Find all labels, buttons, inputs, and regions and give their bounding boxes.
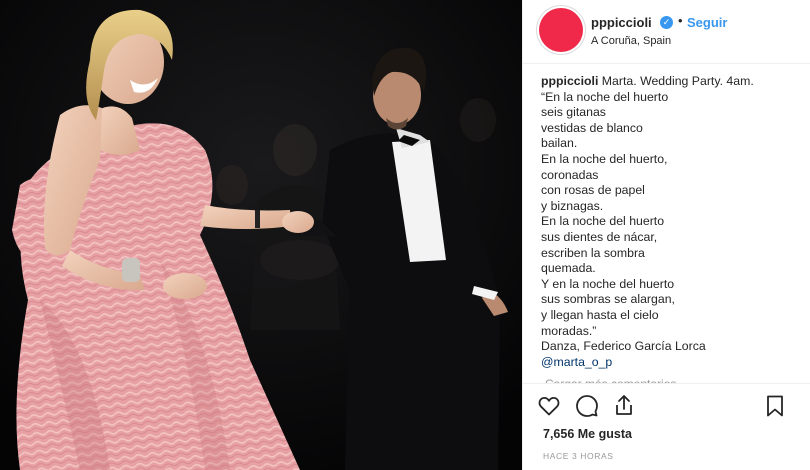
caption-line: coronadas — [541, 167, 599, 182]
share-icon[interactable] — [612, 393, 636, 417]
heart-icon[interactable] — [537, 394, 561, 418]
caption-line: con rosas de papel — [541, 183, 645, 198]
caption-line: sus dientes de nácar, — [541, 229, 658, 244]
caption-line: y llegan hasta el cielo — [541, 307, 659, 322]
caption-line: sus sombras se alargan, — [541, 292, 675, 307]
bookmark-icon[interactable] — [763, 394, 787, 418]
caption-line: vestidas de blanco — [541, 120, 643, 135]
post-header: pppiccioli ✓ • Seguir A Coruña, Spain — [523, 0, 810, 64]
caption-line: “En la noche del huerto — [541, 89, 669, 104]
caption-line: seis gitanas — [541, 105, 606, 120]
post-location[interactable]: A Coruña, Spain — [591, 35, 671, 47]
caption-line: y biznagas. — [541, 198, 604, 213]
verified-badge-icon: ✓ — [660, 16, 673, 29]
caption-line: Danza, Federico García Lorca — [541, 339, 706, 354]
post-side-panel: pppiccioli ✓ • Seguir A Coruña, Spain pp… — [522, 0, 810, 470]
caption-first-line: pppiccioli Marta. Wedding Party. 4am. — [541, 74, 803, 90]
follow-button[interactable]: Seguir — [687, 15, 727, 30]
caption-line: moradas.” — [541, 323, 597, 338]
post-actions: 7,656 Me gusta HACE 3 HORAS — [523, 383, 810, 470]
comment-icon[interactable] — [575, 394, 599, 418]
post-photo-graphic — [0, 0, 522, 470]
caption-line: En la noche del huerto — [541, 214, 665, 229]
caption-line: escriben la sombra — [541, 245, 645, 260]
caption-line: bailan. — [541, 136, 578, 151]
likes-count[interactable]: 7,656 Me gusta — [543, 427, 632, 441]
caption-line: quemada. — [541, 261, 596, 276]
caption-line: Y en la noche del huerto — [541, 276, 675, 291]
post-photo[interactable] — [0, 0, 522, 470]
load-more-comments-link[interactable]: Cargar más comentarios — [545, 374, 676, 383]
post-timestamp: HACE 3 HORAS — [543, 451, 614, 461]
caption-body: “En la noche del huerto seis gitanas vesti… — [541, 90, 803, 355]
caption-mention-link[interactable]: @marta_o_p — [541, 355, 803, 371]
caption-title: Marta. Wedding Party. 4am. — [598, 74, 754, 88]
header-separator: • — [678, 13, 683, 28]
post-caption: pppiccioli Marta. Wedding Party. 4am. “E… — [541, 74, 803, 380]
caption-username[interactable]: pppiccioli — [541, 74, 598, 88]
author-avatar[interactable] — [539, 8, 583, 52]
caption-line: En la noche del huerto, — [541, 151, 668, 166]
author-username[interactable]: pppiccioli — [591, 15, 652, 30]
